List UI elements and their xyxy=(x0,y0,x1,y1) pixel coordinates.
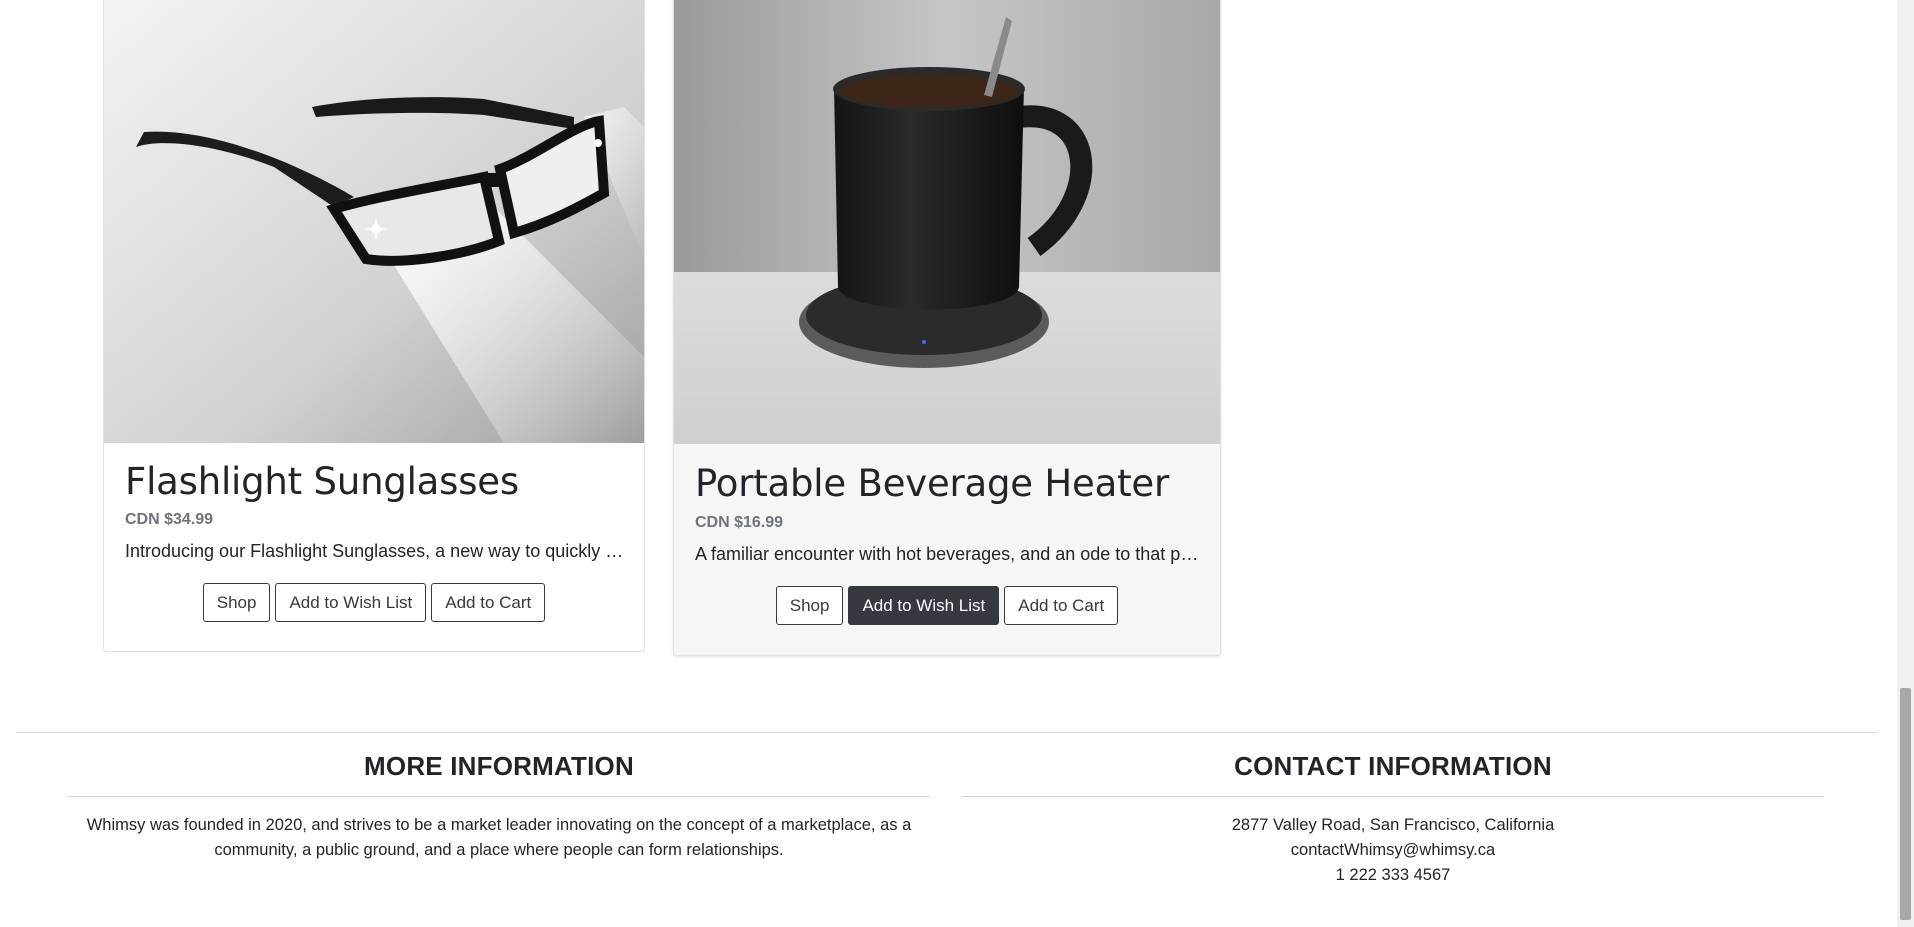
product-image-portable-beverage-heater[interactable] xyxy=(674,0,1220,444)
shop-button[interactable]: Shop xyxy=(202,583,271,622)
product-body: Portable Beverage Heater CDN $16.99 A fa… xyxy=(674,444,1220,655)
add-to-cart-button[interactable]: Add to Cart xyxy=(1004,586,1119,625)
section-divider xyxy=(962,796,1824,797)
product-description: Introducing our Flashlight Sunglasses, a… xyxy=(125,541,624,561)
page: Flashlight Sunglasses CDN $34.99 Introdu… xyxy=(0,0,1914,927)
product-title: Portable Beverage Heater xyxy=(695,462,1169,505)
product-price: CDN $34.99 xyxy=(125,511,214,528)
mug-heater-illustration xyxy=(674,0,1220,444)
contact-information-section: CONTACT INFORMATION 2877 Valley Road, Sa… xyxy=(962,748,1824,888)
contact-address: 2877 Valley Road, San Francisco, Califor… xyxy=(1231,816,1555,834)
contact-details: 2877 Valley Road, San Francisco, Califor… xyxy=(962,813,1824,888)
about-text-line: Whimsy was founded in 2020, and strives … xyxy=(86,816,912,834)
scrollbar-thumb[interactable] xyxy=(1900,688,1911,920)
product-actions: Shop Add to Wish List Add to Cart xyxy=(674,586,1220,625)
product-price: CDN $16.99 xyxy=(695,514,784,531)
contact-information-heading: CONTACT INFORMATION xyxy=(1234,751,1552,781)
product-image-flashlight-sunglasses[interactable] xyxy=(104,0,644,443)
more-information-section: MORE INFORMATION Whimsy was founded in 2… xyxy=(68,748,930,863)
about-text: Whimsy was founded in 2020, and strives … xyxy=(68,813,930,863)
about-text-line: community, a public ground, and a place … xyxy=(214,841,784,859)
footer-divider xyxy=(16,732,1878,733)
product-actions: Shop Add to Wish List Add to Cart xyxy=(104,583,644,622)
product-description: A familiar encounter with hot beverages,… xyxy=(695,544,1200,564)
contact-email[interactable]: contactWhimsy@whimsy.ca xyxy=(962,838,1824,863)
product-card-portable-beverage-heater: Portable Beverage Heater CDN $16.99 A fa… xyxy=(673,0,1221,656)
sunglasses-illustration xyxy=(104,0,644,443)
section-divider xyxy=(68,796,930,797)
add-to-cart-button[interactable]: Add to Cart xyxy=(431,583,546,622)
shop-button[interactable]: Shop xyxy=(775,586,844,625)
vertical-scrollbar[interactable] xyxy=(1897,0,1914,927)
product-title: Flashlight Sunglasses xyxy=(125,460,519,503)
add-to-wish-list-button[interactable]: Add to Wish List xyxy=(848,586,1000,625)
more-information-heading: MORE INFORMATION xyxy=(364,751,634,781)
product-card-flashlight-sunglasses: Flashlight Sunglasses CDN $34.99 Introdu… xyxy=(103,0,645,652)
contact-phone: 1 222 333 4567 xyxy=(1335,866,1451,884)
product-body: Flashlight Sunglasses CDN $34.99 Introdu… xyxy=(104,443,644,651)
add-to-wish-list-button[interactable]: Add to Wish List xyxy=(275,583,427,622)
